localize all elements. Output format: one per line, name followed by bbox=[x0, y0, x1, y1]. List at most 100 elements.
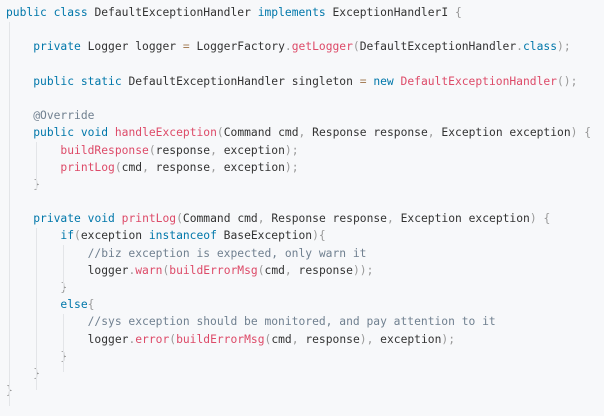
code-token: BaseException bbox=[216, 229, 313, 243]
code-token: //sys exception should be monitored, and… bbox=[87, 315, 496, 329]
code-token: class bbox=[522, 40, 557, 54]
code-token: ( bbox=[352, 40, 360, 54]
indent-guide bbox=[9, 22, 10, 406]
code-viewer: public class DefaultExceptionHandler imp… bbox=[0, 0, 604, 416]
indent-guide bbox=[63, 314, 64, 372]
code-line: if(exception instanceof BaseException){ bbox=[0, 227, 604, 244]
indent-guide bbox=[36, 142, 37, 189]
code-token: ( bbox=[114, 160, 122, 174]
code-token: ; bbox=[366, 263, 374, 277]
code-token: ; bbox=[563, 40, 571, 54]
code-token: //biz exception is expected, only warn i… bbox=[87, 246, 367, 260]
code-token: logger bbox=[6, 332, 129, 346]
code-line: logger.warn(buildErrorMsg(cmd, response)… bbox=[0, 262, 604, 279]
code-token: { bbox=[87, 298, 95, 312]
code-token: { bbox=[454, 6, 462, 19]
code-token: logger bbox=[6, 263, 129, 277]
code-token: LoggerFactory bbox=[189, 40, 285, 54]
code-token: handleException bbox=[114, 126, 217, 140]
code-token: , bbox=[427, 126, 435, 140]
code-token: { bbox=[318, 229, 326, 243]
code-token: buildErrorMsg bbox=[169, 263, 258, 277]
code-line: printLog(cmd, response, exception); bbox=[0, 159, 604, 176]
code-token: ) bbox=[284, 143, 292, 157]
code-token: ( bbox=[148, 143, 156, 157]
code-token: { bbox=[584, 126, 592, 140]
code-token: void bbox=[87, 212, 115, 226]
code-token: Exception exception bbox=[393, 212, 530, 226]
code-line: public static DefaultExceptionHandler si… bbox=[0, 73, 604, 90]
code-token: private bbox=[33, 212, 81, 226]
code-token: cmd bbox=[271, 332, 292, 346]
code-token: else bbox=[60, 298, 88, 312]
code-line: } bbox=[0, 365, 604, 382]
code-line: } bbox=[0, 382, 604, 399]
code-token: response bbox=[291, 263, 353, 277]
code-line: logger.error(buildErrorMsg(cmd, response… bbox=[0, 331, 604, 348]
code-token: Response response bbox=[264, 212, 387, 226]
code-token: new bbox=[373, 74, 394, 88]
code-token: , bbox=[210, 143, 217, 157]
code-token: getLogger bbox=[291, 40, 353, 54]
code-token: error bbox=[135, 332, 170, 346]
code-token: printLog bbox=[121, 212, 177, 226]
code-token: DefaultExceptionHandler bbox=[87, 6, 258, 19]
code-token: exception bbox=[80, 229, 149, 243]
code-token: ) bbox=[352, 263, 360, 277]
code-token: cmd bbox=[264, 263, 285, 277]
code-token: ) bbox=[529, 212, 537, 226]
code-token: { bbox=[543, 212, 551, 226]
code-token: DefaultExceptionHandler bbox=[400, 74, 557, 88]
code-token: if bbox=[60, 229, 75, 243]
code-token: ) bbox=[359, 332, 367, 346]
code-token: ; bbox=[291, 160, 299, 174]
code-token: ; bbox=[291, 143, 299, 157]
code-token: Exception exception bbox=[434, 126, 571, 140]
code-token: buildErrorMsg bbox=[176, 332, 265, 346]
code-token: , bbox=[291, 332, 299, 346]
code-token: implements bbox=[257, 6, 326, 19]
code-token: response bbox=[148, 160, 211, 174]
code-token: response bbox=[155, 143, 211, 157]
code-token: = bbox=[182, 40, 190, 54]
code-token: ; bbox=[570, 74, 578, 88]
code-line: public class DefaultExceptionHandler imp… bbox=[0, 4, 604, 21]
indent-guide bbox=[36, 228, 37, 390]
code-token: class bbox=[53, 6, 88, 19]
code-token: exception bbox=[216, 160, 285, 174]
code-token: ( bbox=[556, 74, 564, 88]
code-token: warn bbox=[135, 263, 163, 277]
code-token: void bbox=[80, 126, 109, 140]
code-token: ( bbox=[216, 126, 224, 140]
code-token: buildResponse bbox=[60, 143, 149, 157]
code-token: = bbox=[359, 74, 367, 88]
code-token: , bbox=[257, 212, 265, 226]
code-line: private Logger logger = LoggerFactory.ge… bbox=[0, 38, 604, 55]
code-token: ( bbox=[257, 263, 265, 277]
code-token: printLog bbox=[60, 160, 115, 174]
code-block: public class DefaultExceptionHandler imp… bbox=[0, 4, 604, 399]
code-token: DefaultExceptionHandler singleton bbox=[121, 74, 360, 88]
code-token: ; bbox=[448, 332, 456, 346]
code-token: ( bbox=[176, 212, 183, 226]
